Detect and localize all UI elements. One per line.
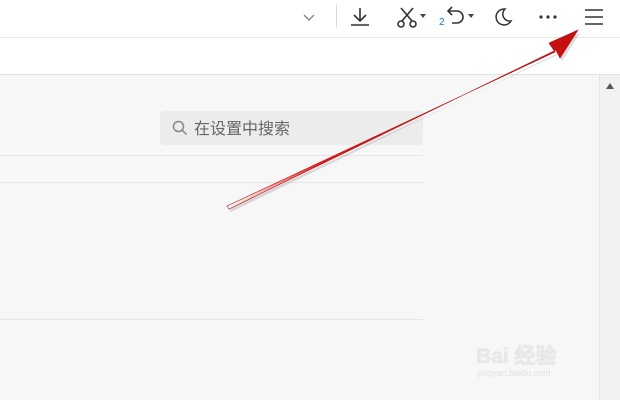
settings-search-box[interactable] (160, 111, 423, 145)
vertical-scrollbar[interactable] (599, 75, 620, 400)
address-strip (0, 38, 620, 75)
more-button[interactable] (536, 0, 560, 34)
more-dots-icon (539, 15, 557, 19)
browser-toolbar: 2 (0, 0, 620, 38)
menu-button[interactable] (581, 0, 607, 34)
undo-icon (446, 6, 464, 24)
scissors-icon (397, 7, 417, 28)
download-button[interactable] (347, 0, 373, 34)
hamburger-menu-icon (585, 9, 603, 25)
undo-dropdown-caret[interactable] (468, 14, 474, 18)
undo-count-badge: 2 (439, 17, 445, 28)
search-icon (172, 120, 188, 136)
divider-line (0, 155, 423, 156)
chevron-down-icon (303, 14, 315, 21)
scroll-up-arrow-icon[interactable] (606, 83, 614, 89)
night-mode-button[interactable] (490, 0, 516, 34)
baidu-jingyan-watermark: Bai 经验 jingyan.baidu.com (476, 338, 586, 386)
cut-button[interactable] (388, 0, 428, 34)
toolbar-separator (336, 4, 337, 28)
divider-line (0, 182, 423, 183)
watermark-brand: Bai 经验 (476, 345, 557, 368)
download-icon (351, 8, 369, 26)
moon-icon (495, 8, 513, 26)
dropdown-button[interactable] (298, 0, 320, 34)
cut-dropdown-caret[interactable] (420, 14, 426, 18)
watermark-url: jingyan.baidu.com (478, 368, 551, 378)
settings-search-input[interactable] (194, 118, 394, 138)
divider-line (0, 319, 423, 320)
